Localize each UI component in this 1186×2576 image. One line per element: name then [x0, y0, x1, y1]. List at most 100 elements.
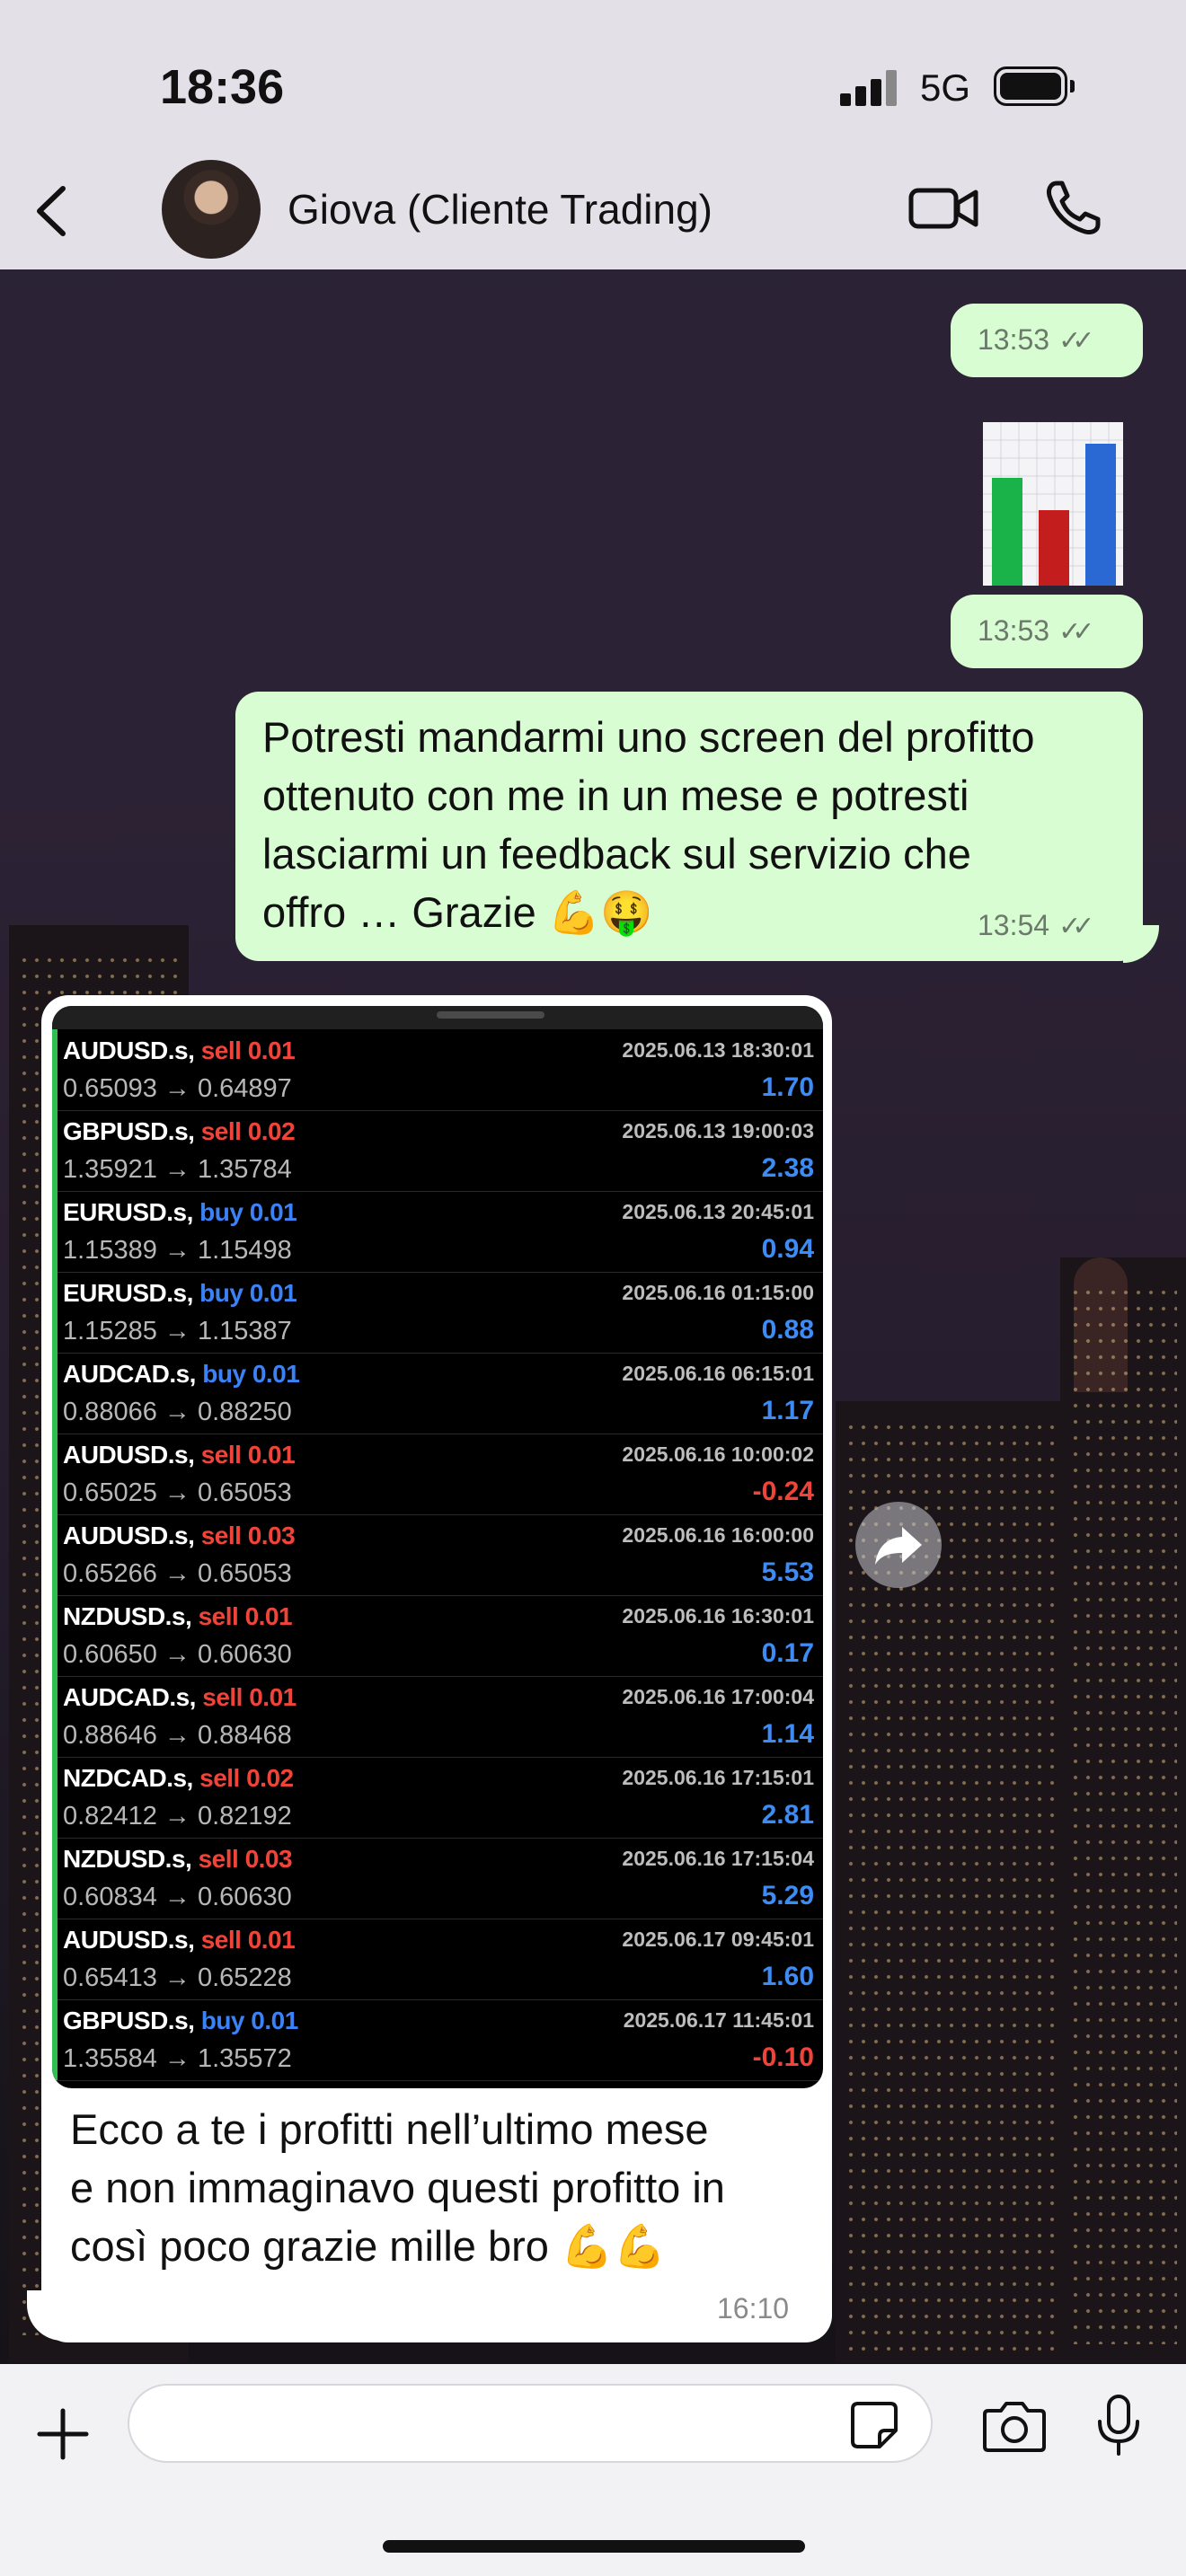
- trade-side: sell: [199, 1764, 240, 1792]
- status-time: 18:36: [160, 60, 285, 114]
- trade-indicator-bar: [52, 1757, 58, 1838]
- trade-profit: 2.38: [761, 1153, 814, 1183]
- trade-lots: 0.01: [252, 1360, 300, 1388]
- trade-close-price: 1.15387: [197, 1317, 292, 1345]
- trade-profit: 1.70: [761, 1072, 814, 1102]
- trade-close-price: 0.60630: [197, 1883, 292, 1911]
- phone-icon[interactable]: [1042, 178, 1103, 239]
- trade-lots: 0.01: [247, 1926, 296, 1954]
- trade-indicator-bar: [52, 1838, 58, 1919]
- trade-indicator-bar: [52, 1676, 58, 1757]
- trade-profit: 1.60: [761, 1962, 814, 1991]
- trade-lots: 0.02: [247, 1117, 296, 1145]
- trade-close-price: 0.88250: [197, 1398, 292, 1426]
- trade-close-price: 0.88468: [197, 1721, 292, 1750]
- trade-row: AUDUSD.s, sell 0.01 2025.06.13 18:30:01 0.…: [52, 1029, 823, 1111]
- trade-open-price: 0.82412: [63, 1802, 157, 1831]
- message-bubble-outgoing[interactable]: Potresti mandarmi uno screen del profitt…: [235, 692, 1143, 961]
- trade-indicator-bar: [52, 1514, 58, 1595]
- trade-profit: 0.94: [761, 1234, 814, 1264]
- trade-close-price: 0.64897: [197, 1074, 292, 1103]
- trade-symbol: EURUSD.s,: [63, 1198, 193, 1226]
- compose-bar: [0, 2364, 1186, 2576]
- message-bubble-outgoing[interactable]: 13:53 ✓✓: [951, 595, 1143, 668]
- microphone-icon[interactable]: [1094, 2393, 1143, 2457]
- trade-side: sell: [200, 1037, 242, 1064]
- trade-symbol: NZDUSD.s,: [63, 1845, 192, 1873]
- trade-side: sell: [200, 1522, 242, 1549]
- contact-name[interactable]: Giova (Cliente Trading): [288, 185, 712, 234]
- trade-history-screenshot[interactable]: AUDUSD.s, sell 0.01 2025.06.13 18:30:01 0.…: [52, 1006, 823, 2088]
- trade-close-price: 0.65228: [197, 1963, 292, 1992]
- trade-close-price: 0.60630: [197, 1640, 292, 1669]
- trade-row: AUDCAD.s, sell 0.01 2025.06.16 17:00:04 0.…: [52, 1676, 823, 1758]
- trade-open-price: 0.60650: [63, 1640, 157, 1669]
- trade-row: NZDCAD.s, sell 0.02 2025.06.16 17:15:01 0.…: [52, 1757, 823, 1839]
- trade-open-price: 0.88066: [63, 1398, 157, 1426]
- avatar[interactable]: [162, 160, 261, 259]
- trade-profit: -0.24: [752, 1477, 814, 1506]
- trade-symbol: GBPUSD.s,: [63, 2007, 195, 2034]
- trade-symbol: NZDCAD.s,: [63, 1764, 193, 1792]
- trade-lots: 0.03: [247, 1522, 296, 1549]
- trade-open-price: 0.88646: [63, 1721, 157, 1750]
- trade-row: GBPUSD.s, buy 0.01 2025.06.17 11:45:01 1.3…: [52, 1999, 823, 2081]
- trade-open-price: 1.15389: [63, 1236, 157, 1265]
- trade-datetime: 2025.06.13 18:30:01: [622, 1038, 814, 1062]
- message-time: 16:10: [717, 2292, 790, 2325]
- trade-row: AUDUSD.s, sell 0.01 2025.06.16 10:00:02 0.…: [52, 1434, 823, 1515]
- read-ticks-icon: ✓✓: [1058, 617, 1094, 647]
- trade-symbol: AUDUSD.s,: [63, 1037, 195, 1064]
- trade-datetime: 2025.06.16 16:00:00: [622, 1523, 814, 1547]
- forward-button[interactable]: [855, 1502, 942, 1588]
- trade-profit: 5.53: [761, 1557, 814, 1587]
- home-indicator: [383, 2540, 805, 2553]
- trade-lots: 0.01: [249, 1198, 297, 1226]
- trade-side: sell: [200, 1926, 242, 1954]
- trade-side: sell: [200, 1441, 242, 1469]
- network-label: 5G: [920, 66, 971, 109]
- message-text: Ecco a te i profitti nell’ultimo mese e …: [70, 2105, 725, 2270]
- chevron-left-icon[interactable]: [27, 180, 81, 243]
- trade-side: sell: [200, 1117, 242, 1145]
- trade-open-price: 1.35584: [63, 2044, 157, 2073]
- trade-indicator-bar: [52, 1434, 58, 1514]
- camera-icon[interactable]: [981, 2398, 1048, 2454]
- trade-close-price: 1.35784: [197, 1155, 292, 1184]
- trade-lots: 0.01: [247, 1441, 296, 1469]
- trade-open-price: 0.65413: [63, 1963, 157, 1992]
- trade-row: NZDUSD.s, sell 0.01 2025.06.16 16:30:01 0.…: [52, 1595, 823, 1677]
- trade-side: buy: [202, 1360, 246, 1388]
- trade-open-price: 0.65266: [63, 1559, 157, 1588]
- message-bubble-outgoing[interactable]: 13:53 ✓✓: [951, 304, 1143, 377]
- message-input[interactable]: [128, 2384, 933, 2463]
- video-camera-icon[interactable]: [907, 181, 979, 235]
- trade-profit: -0.10: [752, 2042, 814, 2072]
- trade-datetime: 2025.06.16 01:15:00: [622, 1281, 814, 1304]
- trade-symbol: NZDUSD.s,: [63, 1602, 192, 1630]
- trade-side: sell: [198, 1602, 239, 1630]
- trade-open-price: 1.35921: [63, 1155, 157, 1184]
- trade-lots: 0.03: [244, 1845, 293, 1873]
- trade-datetime: 2025.06.16 16:30:01: [622, 1604, 814, 1628]
- bar-chart-emoji[interactable]: [983, 422, 1123, 586]
- trade-close-price: 1.15498: [197, 1236, 292, 1265]
- trade-row: AUDCAD.s, buy 0.01 2025.06.16 06:15:01 0.8…: [52, 1353, 823, 1434]
- trade-profit: 1.14: [761, 1719, 814, 1749]
- trade-lots: 0.02: [246, 1764, 294, 1792]
- trade-datetime: 2025.06.13 20:45:01: [622, 1200, 814, 1223]
- plus-icon[interactable]: [34, 2405, 92, 2463]
- trade-profit: 1.17: [761, 1396, 814, 1425]
- trade-indicator-bar: [52, 1919, 58, 1999]
- trade-row: EURUSD.s, buy 0.01 2025.06.16 01:15:00 1.1…: [52, 1272, 823, 1354]
- trade-indicator-bar: [52, 1595, 58, 1676]
- trade-symbol: AUDUSD.s,: [63, 1522, 195, 1549]
- trade-symbol: AUDCAD.s,: [63, 1683, 196, 1711]
- trade-indicator-bar: [52, 1191, 58, 1272]
- trade-lots: 0.01: [249, 1683, 296, 1711]
- sticker-icon[interactable]: [849, 2400, 899, 2450]
- trade-datetime: 2025.06.17 11:45:01: [623, 2008, 814, 2032]
- trade-profit: 0.88: [761, 1315, 814, 1345]
- trade-open-price: 1.15285: [63, 1317, 157, 1345]
- message-time: 13:54: [978, 909, 1050, 941]
